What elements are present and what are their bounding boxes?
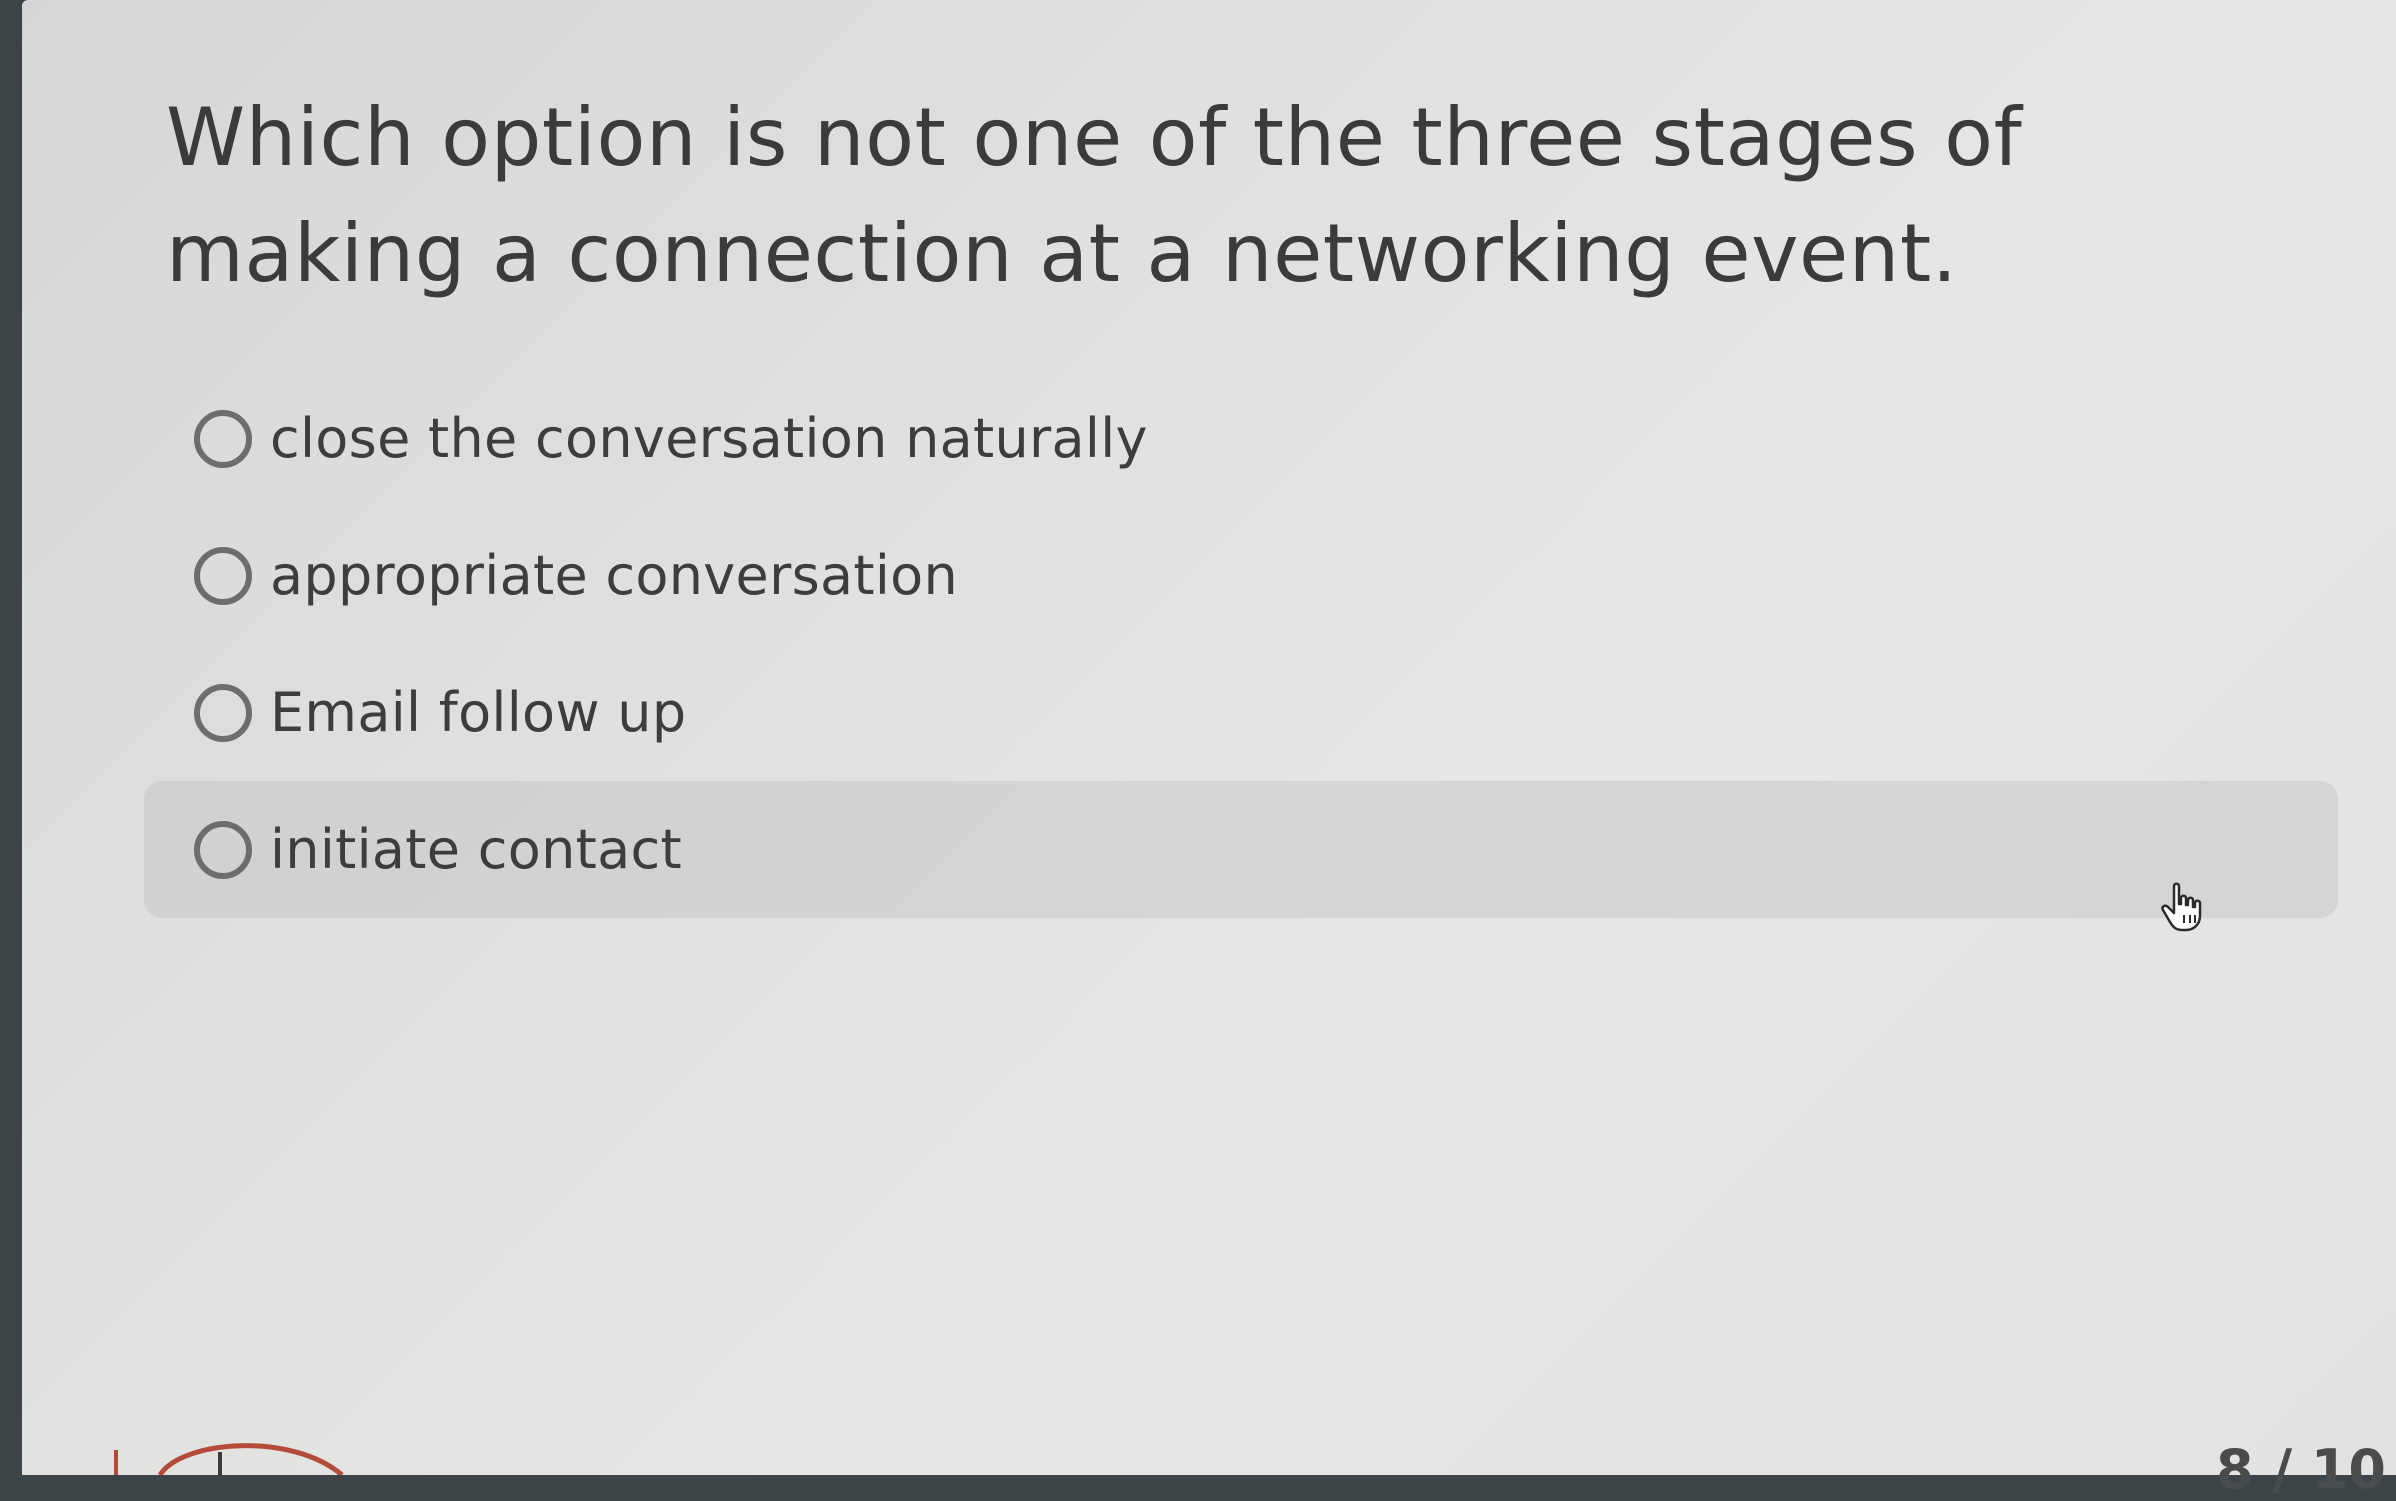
- option-close-conversation[interactable]: close the conversation naturally: [144, 370, 2338, 507]
- question-text: Which option is not one of the three sta…: [166, 91, 2023, 300]
- option-label: appropriate conversation: [270, 544, 959, 607]
- option-label: close the conversation naturally: [270, 407, 1148, 470]
- option-label: initiate contact: [270, 818, 682, 881]
- radio-button[interactable]: [194, 820, 252, 879]
- radio-button[interactable]: [194, 683, 252, 742]
- partial-bottom-graphic: [114, 1443, 344, 1475]
- hand-pointer-icon: [2161, 882, 2202, 932]
- option-email-follow-up[interactable]: Email follow up: [144, 644, 2338, 781]
- radio-button[interactable]: [194, 409, 252, 468]
- page-counter: 8 / 10: [2215, 1438, 2386, 1501]
- radio-button[interactable]: [194, 546, 252, 605]
- option-appropriate-conversation[interactable]: appropriate conversation: [144, 507, 2338, 644]
- quiz-screen: Which option is not one of the three sta…: [22, 0, 2396, 1501]
- option-label: Email follow up: [270, 681, 687, 744]
- option-initiate-contact[interactable]: initiate contact: [144, 781, 2338, 918]
- answer-options: close the conversation naturally appropr…: [144, 370, 2338, 918]
